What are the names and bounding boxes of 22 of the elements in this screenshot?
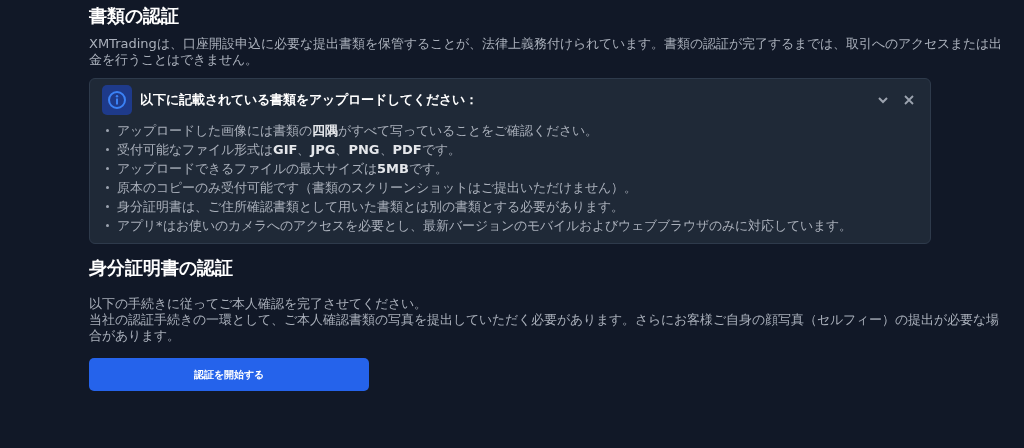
section-title: 書類の認証 <box>89 4 180 28</box>
notice-item: アプリ*はお使いのカメラへのアクセスを必要とし、最新バージョンのモバイルおよびウェブブラウザのみに対応しています。 <box>117 217 852 234</box>
section-description: 以下の手続きに従ってご本人確認を完了させてください。 <box>89 296 428 312</box>
bullet-icon <box>106 224 109 227</box>
section-description: 当社の認証手続きの一環として、ご本人確認書類の写真を提出していただく必要があります。さらにお客様ご自身の顔写真（セルフィー）の提出が必要な場合があります。 <box>89 312 1000 344</box>
close-icon[interactable] <box>904 95 914 105</box>
notice-item: 原本のコピーのみ受付可能です（書類のスクリーンショットはご提出いただけません）。 <box>117 179 637 196</box>
bullet-icon <box>106 129 109 132</box>
bullet-icon <box>106 167 109 170</box>
bullet-icon <box>106 186 109 189</box>
notice-item: アップロードした画像には書類の四隅がすべて写っていることをご確認ください。 <box>117 122 598 139</box>
collapse-toggle-icon[interactable] <box>878 96 888 104</box>
notice-item: 身分証明書は、ご住所確認書類として用いた書類とは別の書類とする必要があります。 <box>117 198 624 215</box>
notice-item: 受付可能なファイル形式はGIF、JPG、PNG、PDFです。 <box>117 141 461 158</box>
start-verification-button[interactable]: 認証を開始する <box>89 358 369 391</box>
bullet-icon <box>106 205 109 208</box>
section-title: 身分証明書の認証 <box>89 256 234 280</box>
section-description: XMTradingは、口座開設申込に必要な提出書類を保管することが、法律上義務付けられています。書類の認証が完了するまでは、取引へのアクセスまたは出金を行うことはできません。 <box>89 36 1003 68</box>
notice-title: 以下に記載されている書類をアップロードしてください： <box>140 91 479 110</box>
notice-item: アップロードできるファイルの最大サイズは5MBです。 <box>117 160 448 177</box>
info-icon <box>102 85 132 115</box>
bullet-icon <box>106 148 109 151</box>
